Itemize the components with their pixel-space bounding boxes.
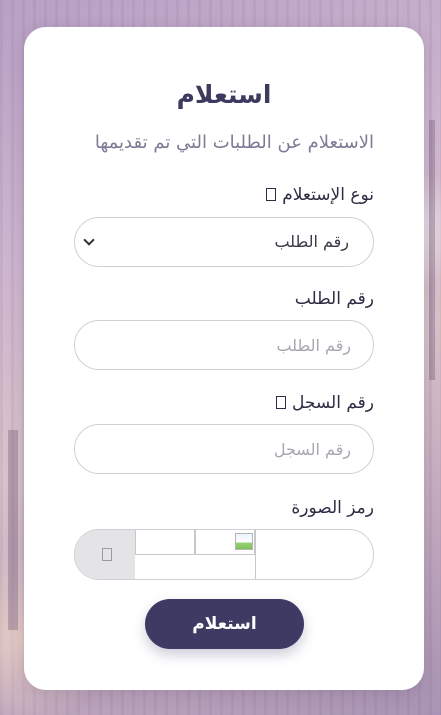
captcha-group bbox=[74, 529, 374, 580]
record-number-field bbox=[74, 424, 374, 474]
record-number-input[interactable] bbox=[75, 425, 373, 473]
inquiry-type-selected-value: رقم الطلب bbox=[274, 232, 349, 251]
record-number-label: رقم السجل bbox=[292, 393, 374, 413]
page-subtitle: الاستعلام عن الطلبات التي تم تقديمها bbox=[94, 132, 374, 153]
chevron-down-icon bbox=[83, 234, 95, 246]
captcha-image bbox=[195, 530, 255, 555]
inquiry-type-label-row: نوع الإستعلام bbox=[266, 185, 374, 205]
background-tower bbox=[429, 120, 435, 380]
help-icon[interactable] bbox=[276, 396, 287, 409]
request-number-label: رقم الطلب bbox=[294, 289, 374, 309]
captcha-field bbox=[255, 530, 373, 579]
request-number-input[interactable] bbox=[75, 321, 373, 369]
refresh-icon bbox=[102, 548, 112, 561]
captcha-input[interactable] bbox=[256, 530, 373, 579]
inquiry-type-select[interactable]: رقم الطلب bbox=[74, 217, 374, 267]
help-icon[interactable] bbox=[266, 188, 277, 201]
broken-image-icon bbox=[235, 533, 253, 550]
request-number-field bbox=[74, 320, 374, 370]
record-number-label-row: رقم السجل bbox=[276, 393, 374, 413]
background-building bbox=[8, 430, 18, 630]
captcha-image-frame bbox=[135, 530, 195, 555]
captcha-refresh-button[interactable] bbox=[75, 530, 135, 579]
submit-inquiry-button[interactable]: استعلام bbox=[145, 599, 304, 649]
page-title: استعلام bbox=[176, 80, 272, 109]
inquiry-card: استعلام الاستعلام عن الطلبات التي تم تقد… bbox=[24, 27, 424, 690]
inquiry-type-label: نوع الإستعلام bbox=[282, 185, 374, 205]
captcha-label: رمز الصورة bbox=[291, 498, 374, 518]
